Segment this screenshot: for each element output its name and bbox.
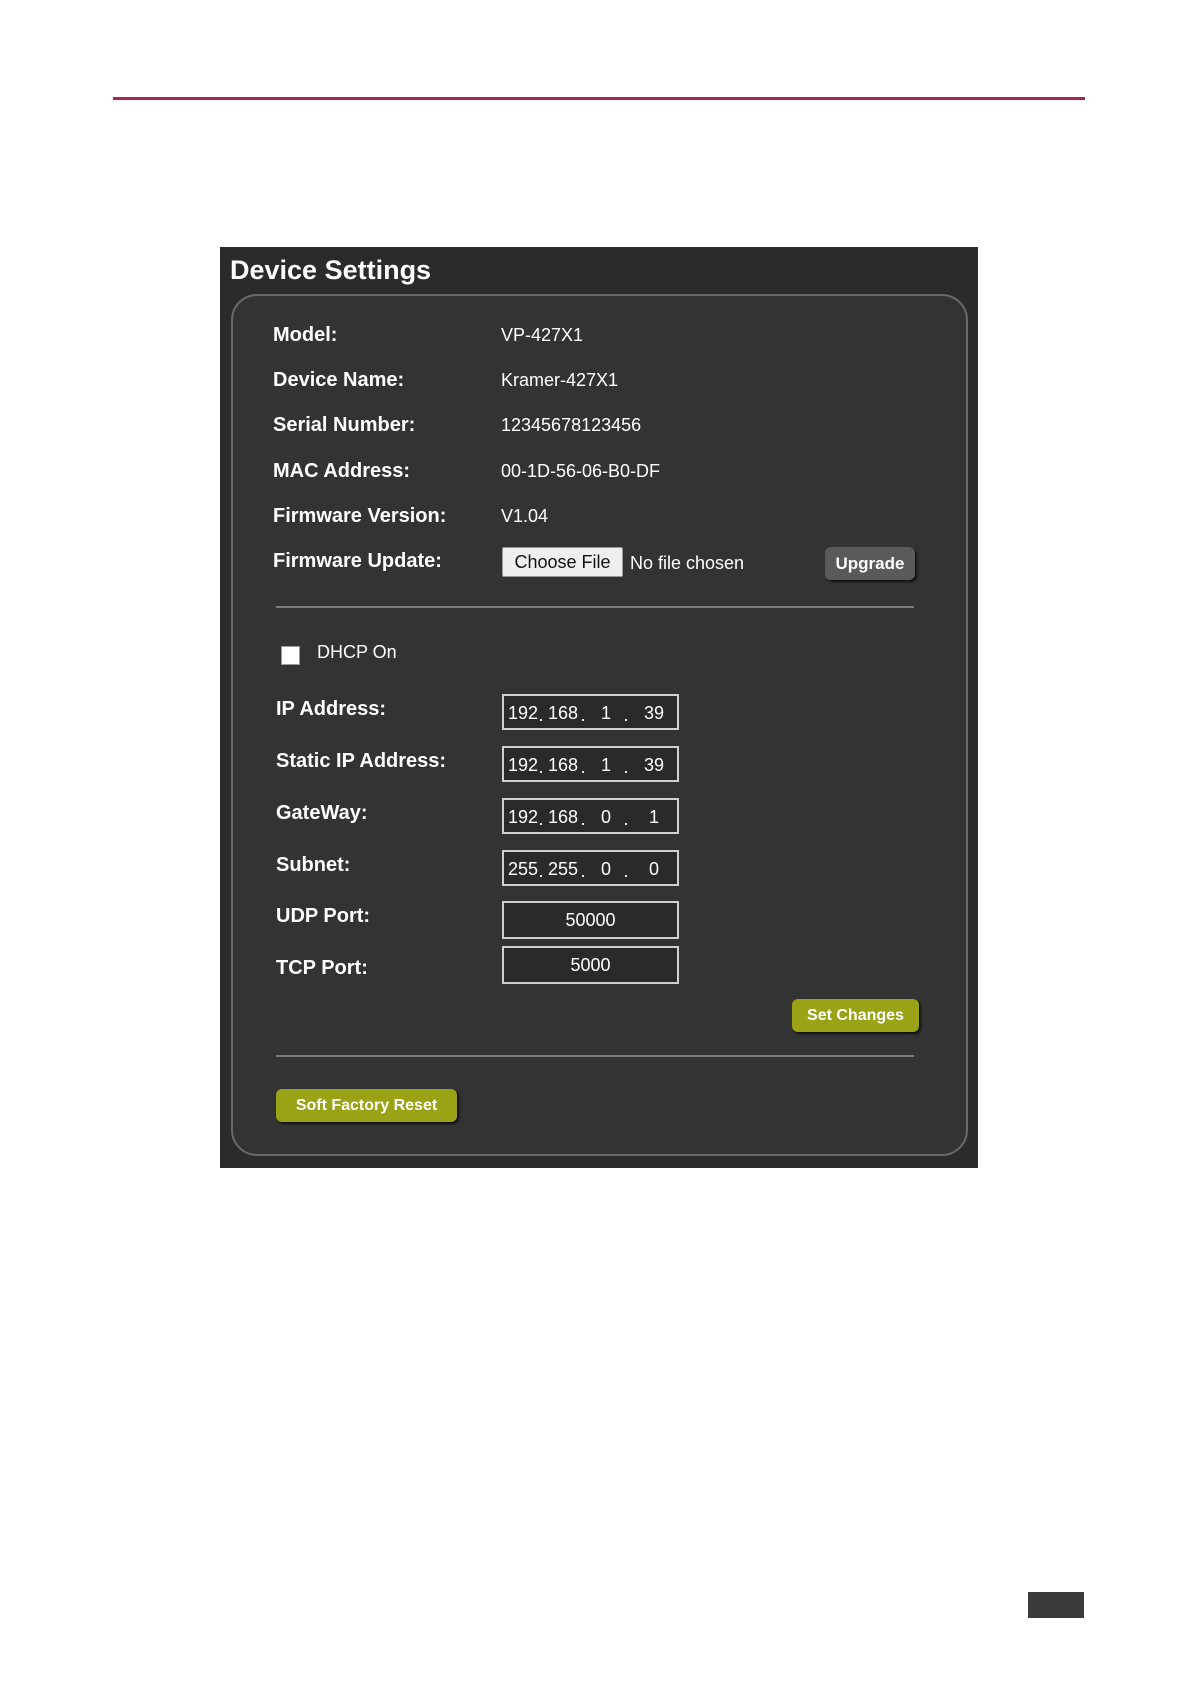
udp-port-input[interactable]: 50000 xyxy=(502,901,679,939)
ip-octet-3: 1 xyxy=(600,703,611,723)
subnet-octet-2: 255 xyxy=(547,859,579,879)
static-ip-input[interactable]: 192 . 168 . 1 . 39 xyxy=(502,746,679,782)
no-file-text: No file chosen xyxy=(630,553,745,573)
subnet-label: Subnet: xyxy=(276,854,351,876)
mac-address-label: MAC Address: xyxy=(273,460,411,482)
subnet-octet-1: 255 xyxy=(507,859,539,879)
firmware-update-label: Firmware Update: xyxy=(273,550,442,572)
panel-title: Device Settings xyxy=(230,255,432,285)
ip-octet-4: 39 xyxy=(643,703,665,723)
static-ip-octet-4: 39 xyxy=(643,755,665,775)
static-ip-octet-2: 168 xyxy=(547,755,579,775)
section-divider xyxy=(276,606,914,608)
device-settings-panel: Device Settings Model: VP-427X1 Device N… xyxy=(220,247,978,1168)
static-ip-octet-1: 192 xyxy=(507,755,539,775)
tcp-port-input[interactable]: 5000 xyxy=(502,946,679,984)
choose-file-button[interactable]: Choose File xyxy=(502,547,623,577)
device-name-value: Kramer-427X1 xyxy=(501,370,619,390)
subnet-octet-4: 0 xyxy=(648,859,659,879)
dhcp-label: DHCP On xyxy=(317,642,397,662)
subnet-octet-3: 0 xyxy=(600,859,611,879)
mac-address-value: 00-1D-56-06-B0-DF xyxy=(501,461,661,481)
upgrade-button[interactable]: Upgrade xyxy=(825,547,915,580)
static-ip-octet-3: 1 xyxy=(600,755,611,775)
device-name-label: Device Name: xyxy=(273,369,405,391)
soft-factory-reset-button[interactable]: Soft Factory Reset xyxy=(276,1089,457,1122)
octet-separator: . xyxy=(623,809,629,829)
octet-separator: . xyxy=(623,861,629,881)
dhcp-checkbox[interactable] xyxy=(281,646,300,665)
gateway-label: GateWay: xyxy=(276,802,368,824)
gateway-octet-2: 168 xyxy=(547,807,579,827)
gateway-octet-1: 192 xyxy=(507,807,539,827)
firmware-version-value: V1.04 xyxy=(501,506,549,526)
octet-separator: . xyxy=(580,861,586,881)
subnet-input[interactable]: 255 . 255 . 0 . 0 xyxy=(502,850,679,886)
header-rule xyxy=(113,97,1085,100)
ip-octet-2: 168 xyxy=(547,703,579,723)
section-divider xyxy=(276,1055,914,1057)
gateway-input[interactable]: 192 . 168 . 0 . 1 xyxy=(502,798,679,834)
set-changes-button[interactable]: Set Changes xyxy=(792,999,919,1032)
udp-port-label: UDP Port: xyxy=(276,905,371,927)
serial-number-label: Serial Number: xyxy=(273,414,416,436)
octet-separator: . xyxy=(580,757,586,777)
model-label: Model: xyxy=(273,324,338,346)
page-number-tab xyxy=(1028,1592,1084,1618)
gateway-octet-3: 0 xyxy=(600,807,611,827)
octet-separator: . xyxy=(623,705,629,725)
firmware-version-label: Firmware Version: xyxy=(273,505,447,527)
ip-address-input[interactable]: 192 . 168 . 1 . 39 xyxy=(502,694,679,730)
static-ip-label: Static IP Address: xyxy=(276,750,447,772)
octet-separator: . xyxy=(623,757,629,777)
octet-separator: . xyxy=(580,705,586,725)
model-value: VP-427X1 xyxy=(501,325,584,345)
ip-octet-1: 192 xyxy=(507,703,539,723)
gateway-octet-4: 1 xyxy=(648,807,659,827)
tcp-port-label: TCP Port: xyxy=(276,957,368,979)
serial-number-value: 12345678123456 xyxy=(501,415,642,435)
octet-separator: . xyxy=(580,809,586,829)
ip-address-label: IP Address: xyxy=(276,698,387,720)
